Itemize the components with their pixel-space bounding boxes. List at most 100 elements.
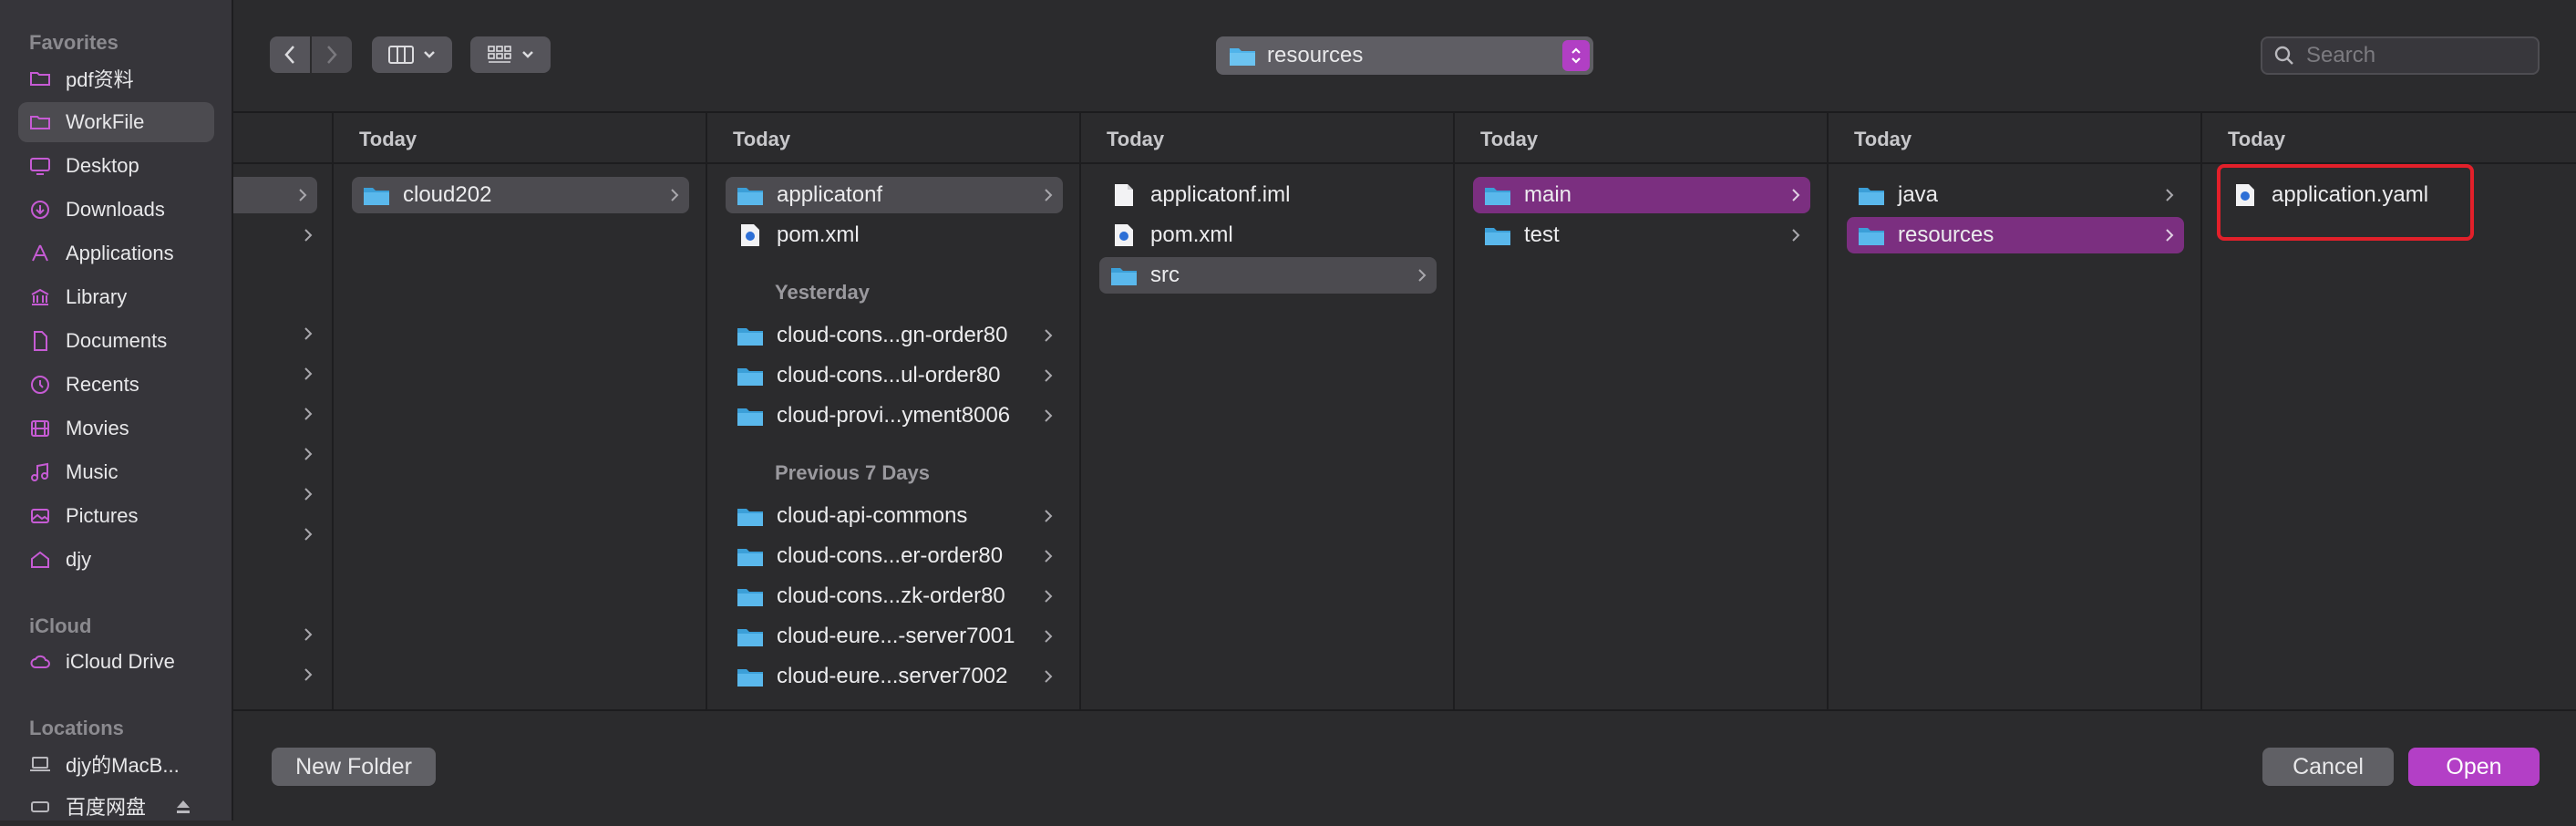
sidebar-item-music[interactable]: Music bbox=[18, 452, 214, 492]
list-item[interactable]: cloud-cons...zk-order80 bbox=[726, 578, 1063, 614]
column-header: Today bbox=[707, 113, 1079, 164]
sidebar-item-applications[interactable]: Applications bbox=[18, 233, 214, 274]
search-field[interactable] bbox=[2261, 36, 2540, 75]
highlight-annotation bbox=[2217, 164, 2474, 241]
chevron-right-icon bbox=[1418, 269, 1427, 282]
list-item-cloud202[interactable]: cloud202 bbox=[352, 177, 689, 213]
eject-icon[interactable] bbox=[173, 797, 193, 817]
list-item-label: main bbox=[1524, 182, 1572, 207]
sidebar-item-pictures[interactable]: Pictures bbox=[18, 496, 214, 536]
folder-icon bbox=[29, 67, 51, 89]
search-input[interactable] bbox=[2304, 42, 2527, 69]
folder-icon bbox=[737, 665, 764, 688]
column-header: Today bbox=[2202, 113, 2576, 164]
chevron-down-icon bbox=[424, 51, 435, 58]
chevron-right-icon[interactable] bbox=[303, 365, 314, 383]
sidebar-section-icloud: iCloud bbox=[29, 614, 92, 637]
folder-icon bbox=[737, 584, 764, 608]
list-item-src[interactable]: src bbox=[1099, 257, 1437, 294]
list-item-label: cloud202 bbox=[403, 182, 492, 207]
chevron-right-icon[interactable] bbox=[303, 666, 314, 684]
list-item[interactable]: cloud-api-commons bbox=[726, 498, 1063, 534]
column-header bbox=[233, 113, 332, 164]
chevron-right-icon bbox=[1792, 229, 1800, 242]
group-view-button[interactable] bbox=[470, 36, 551, 73]
chevron-right-icon[interactable] bbox=[303, 485, 314, 503]
list-item-test[interactable]: test bbox=[1473, 217, 1810, 253]
xml-file-icon bbox=[737, 223, 764, 247]
sidebar-item-workfile[interactable]: WorkFile bbox=[18, 102, 214, 142]
chevron-right-icon bbox=[1045, 590, 1053, 603]
chevron-right-icon[interactable] bbox=[303, 226, 314, 244]
open-button[interactable]: Open bbox=[2408, 748, 2540, 786]
sidebar-item-icloud-drive[interactable]: iCloud Drive bbox=[18, 642, 214, 682]
list-item-main[interactable]: main bbox=[1473, 177, 1810, 213]
list-item[interactable]: cloud-eure...server7002 bbox=[726, 658, 1063, 695]
sidebar-item-movies[interactable]: Movies bbox=[18, 408, 214, 449]
forward-button[interactable] bbox=[312, 36, 352, 73]
sidebar: Favorites pdf资料 WorkFile Desktop Downloa… bbox=[0, 0, 233, 821]
list-item[interactable]: cloud-provi...yment8006 bbox=[726, 398, 1063, 434]
list-item-pom[interactable]: pom.xml bbox=[1099, 217, 1437, 253]
home-icon bbox=[29, 549, 51, 571]
sidebar-item-recents[interactable]: Recents bbox=[18, 365, 214, 405]
grid-icon bbox=[488, 46, 511, 63]
applications-icon bbox=[29, 243, 51, 264]
folder-icon bbox=[1858, 183, 1885, 207]
sidebar-item-label: Downloads bbox=[66, 198, 165, 221]
path-popup[interactable]: resources bbox=[1216, 36, 1593, 75]
sidebar-item-home[interactable]: djy bbox=[18, 540, 214, 580]
sidebar-item-desktop[interactable]: Desktop bbox=[18, 146, 214, 186]
group-header-yesterday: Yesterday bbox=[775, 281, 870, 304]
sidebar-item-label: Documents bbox=[66, 329, 168, 352]
list-item-label: cloud-eure...server7002 bbox=[777, 664, 1008, 688]
list-item[interactable]: cloud-eure...-server7001 bbox=[726, 618, 1063, 655]
list-item[interactable]: cloud-cons...ul-order80 bbox=[726, 357, 1063, 394]
list-item-applicatonf[interactable]: applicatonf bbox=[726, 177, 1063, 213]
sidebar-item-label: Library bbox=[66, 285, 128, 308]
back-button[interactable] bbox=[270, 36, 310, 73]
sidebar-item-downloads[interactable]: Downloads bbox=[18, 190, 214, 230]
column-view-button[interactable] bbox=[372, 36, 452, 73]
list-item-label: cloud-cons...er-order80 bbox=[777, 543, 1004, 568]
list-item[interactable]: cloud-cons...gn-order80 bbox=[726, 317, 1063, 354]
sidebar-item-library[interactable]: Library bbox=[18, 277, 214, 317]
column-5: Today java resources bbox=[1829, 113, 2202, 709]
list-item-pom[interactable]: pom.xml bbox=[726, 217, 1063, 253]
folder-icon bbox=[1484, 223, 1511, 247]
list-item-label: applicatonf bbox=[777, 182, 883, 207]
list-item-resources[interactable]: resources bbox=[1847, 217, 2184, 253]
list-item[interactable]: cloud-cons...er-order80 bbox=[726, 538, 1063, 574]
chevron-right-icon[interactable] bbox=[303, 405, 314, 423]
chevron-right-icon bbox=[327, 46, 337, 64]
column-header: Today bbox=[1829, 113, 2200, 164]
folder-icon bbox=[737, 504, 764, 528]
list-item-java[interactable]: java bbox=[1847, 177, 2184, 213]
xml-file-icon bbox=[1110, 223, 1138, 247]
cancel-button[interactable]: Cancel bbox=[2262, 748, 2394, 786]
column-header: Today bbox=[1455, 113, 1827, 164]
chevron-right-icon[interactable] bbox=[303, 325, 314, 343]
list-item-label: java bbox=[1898, 182, 1939, 207]
list-item-label: cloud-cons...zk-order80 bbox=[777, 583, 1005, 608]
list-item-applicatonf-iml[interactable]: applicatonf.iml bbox=[1099, 177, 1437, 213]
folder-icon bbox=[1110, 263, 1138, 287]
sidebar-item-macbook[interactable]: djy的MacB... bbox=[18, 744, 214, 784]
chevron-right-icon bbox=[1045, 550, 1053, 563]
new-folder-button[interactable]: New Folder bbox=[272, 748, 436, 786]
list-item-partial[interactable] bbox=[726, 698, 1063, 709]
column-4: Today main test bbox=[1455, 113, 1829, 709]
popup-arrows-icon bbox=[1562, 40, 1590, 71]
list-item-label: pom.xml bbox=[777, 222, 860, 247]
chevron-right-icon[interactable] bbox=[303, 625, 314, 644]
chevron-right-icon bbox=[2166, 229, 2174, 242]
sidebar-item-label: djy bbox=[66, 548, 92, 571]
chevron-right-icon[interactable] bbox=[303, 525, 314, 543]
chevron-right-icon[interactable] bbox=[303, 445, 314, 463]
sidebar-item-documents[interactable]: Documents bbox=[18, 321, 214, 361]
list-item[interactable] bbox=[233, 177, 317, 213]
sidebar-item-pdf[interactable]: pdf资料 bbox=[18, 58, 214, 98]
pictures-icon bbox=[29, 505, 51, 527]
list-item-label: cloud-provi...yment8006 bbox=[777, 403, 1011, 428]
chevron-right-icon bbox=[671, 189, 679, 201]
